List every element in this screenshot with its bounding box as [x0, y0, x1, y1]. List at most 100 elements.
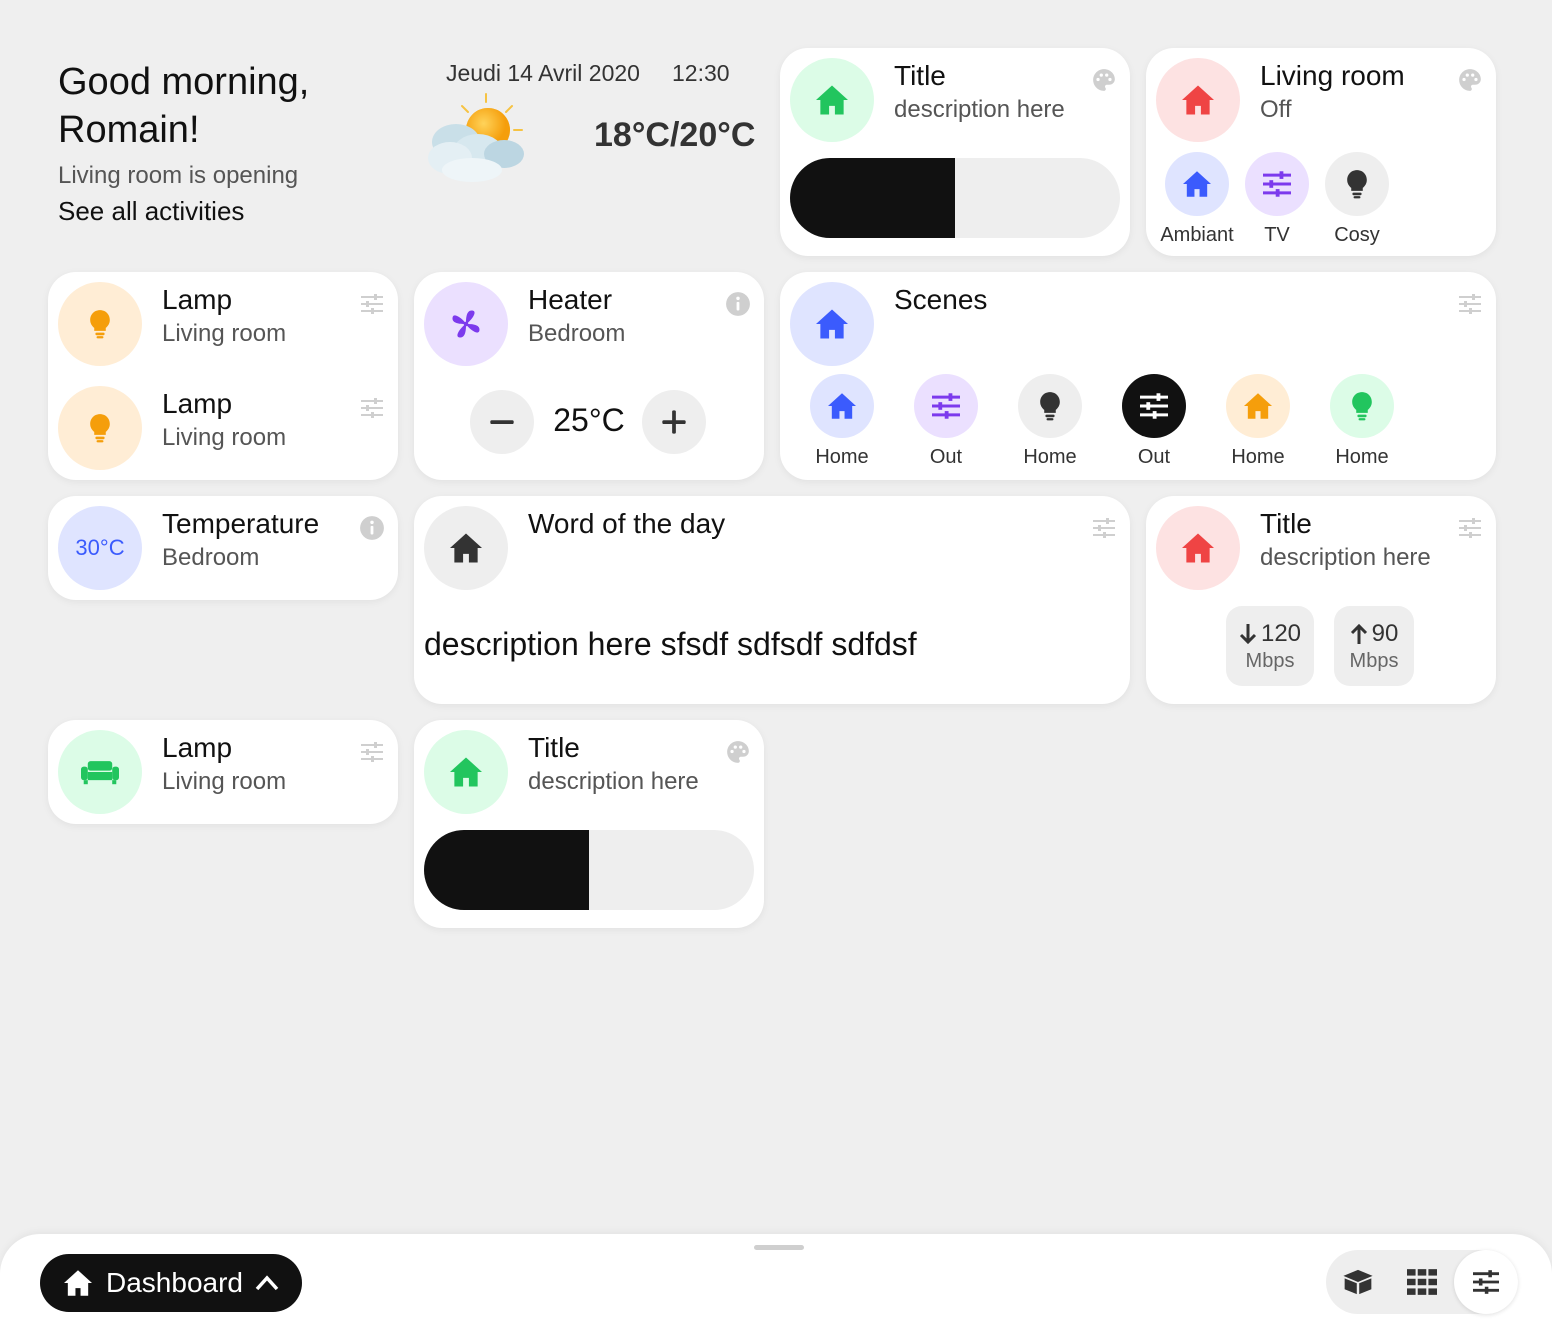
sliders-icon	[932, 393, 960, 419]
info-icon[interactable]	[724, 290, 752, 318]
settings-sliders-icon[interactable]	[358, 290, 386, 318]
temperature-value-circle: 30°C	[58, 506, 142, 590]
heater-room: Bedroom	[528, 320, 626, 347]
info-icon[interactable]	[358, 514, 386, 542]
home-icon	[450, 533, 482, 563]
level-slider[interactable]	[790, 158, 1120, 238]
card-title: Title	[894, 60, 946, 91]
lamps-card: Lamp Living room Lamp Living room	[48, 272, 398, 480]
fan-icon	[452, 310, 480, 338]
decrease-button[interactable]	[470, 390, 534, 454]
lamp-row[interactable]: Lamp Living room	[48, 272, 398, 376]
word-of-the-day-card: Word of the day description here sfsdf s…	[414, 496, 1130, 704]
scene-home-button[interactable]: Home	[1010, 374, 1090, 469]
settings-sliders-icon[interactable]	[1456, 290, 1484, 318]
card-icon-circle	[790, 282, 874, 366]
upload-speed: 90 Mbps	[1334, 606, 1414, 686]
home-icon	[64, 1270, 92, 1296]
scene-label: TV	[1264, 224, 1290, 246]
slider-fill	[790, 158, 955, 238]
level-slider[interactable]	[424, 830, 754, 910]
scene-label: Ambiant	[1160, 224, 1234, 246]
palette-icon[interactable]	[1456, 66, 1484, 94]
bulb-icon	[1040, 392, 1060, 421]
card-title: Title	[528, 732, 580, 763]
lamp-room: Living room	[162, 768, 287, 795]
scene-home-button[interactable]: Home	[1218, 374, 1298, 469]
settings-sliders-icon[interactable]	[1456, 514, 1484, 542]
palette-icon[interactable]	[1090, 66, 1118, 94]
greeting-line1: Good morning,	[58, 61, 310, 103]
lamp-title: Lamp	[162, 732, 233, 763]
download-speed: 120 Mbps	[1226, 606, 1314, 686]
weather-time: 12:30	[672, 60, 730, 86]
home-icon	[816, 85, 848, 115]
sliders-icon[interactable]	[1454, 1250, 1518, 1314]
lamp-row[interactable]: Lamp Living room	[48, 376, 398, 480]
dashboard-label: Dashboard	[106, 1267, 243, 1298]
bulb-icon	[1352, 392, 1372, 421]
arrow-down-icon	[1239, 624, 1257, 645]
download-unit: Mbps	[1245, 650, 1295, 672]
box-icon[interactable]	[1326, 1250, 1390, 1314]
weather-temperature: 18°C/20°C	[594, 116, 756, 154]
scenes-card: Scenes Home Out Home Out Home Home	[780, 272, 1496, 480]
palette-icon[interactable]	[724, 738, 752, 766]
upload-unit: Mbps	[1349, 650, 1399, 672]
plus-icon	[662, 410, 686, 434]
lamp-sofa-card[interactable]: Lamp Living room	[48, 720, 398, 824]
scene-out-button[interactable]: Out	[906, 374, 986, 469]
living-room-card[interactable]: Living room Off Ambiant TV Cosy	[1146, 48, 1496, 256]
heater-card[interactable]: Heater Bedroom 25°C	[414, 272, 764, 480]
card-icon-circle	[58, 282, 142, 366]
temperature-card[interactable]: 30°C Temperature Bedroom	[48, 496, 398, 600]
settings-sliders-icon[interactable]	[358, 394, 386, 422]
grid-icon[interactable]	[1390, 1250, 1454, 1314]
scene-label: Cosy	[1334, 224, 1380, 246]
weather-date: Jeudi 14 Avril 2020	[446, 60, 640, 86]
lamp-title: Lamp	[162, 284, 233, 315]
scene-ambiant-button[interactable]: Ambiant	[1160, 152, 1234, 247]
network-speed-card[interactable]: Title description here 120 Mbps 90 Mbps	[1146, 496, 1496, 704]
bottom-bar: Dashboard	[0, 1234, 1552, 1326]
increase-button[interactable]	[642, 390, 706, 454]
lamp-room: Living room	[162, 320, 287, 347]
temperature-value: 30°C	[75, 535, 125, 560]
card-icon-circle	[1156, 58, 1240, 142]
temperature-title: Temperature	[162, 508, 320, 539]
bulb-icon	[1347, 170, 1367, 199]
see-all-activities-link[interactable]: See all activities	[58, 196, 309, 227]
card-icon-circle	[1156, 506, 1240, 590]
scene-out-button-active[interactable]: Out	[1114, 374, 1194, 469]
title-slider-card-top[interactable]: Title description here	[780, 48, 1130, 256]
home-icon	[450, 757, 482, 787]
card-icon-circle	[58, 730, 142, 814]
partly-cloudy-icon	[420, 92, 530, 184]
lamp-room: Living room	[162, 424, 287, 451]
card-description: description here	[894, 96, 1065, 123]
greeting: Good morning, Romain! Living room is ope…	[58, 58, 309, 227]
scene-label: Home	[1335, 446, 1389, 468]
scene-home-button[interactable]: Home	[802, 374, 882, 469]
scene-label: Out	[929, 446, 963, 468]
arrow-up-icon	[1350, 623, 1367, 644]
home-icon	[816, 309, 848, 339]
greeting-status: Living room is opening	[58, 162, 299, 189]
scene-tv-button[interactable]: TV	[1244, 152, 1310, 247]
scene-cosy-button[interactable]: Cosy	[1324, 152, 1390, 247]
drag-handle[interactable]	[754, 1245, 804, 1250]
scene-label: Home	[1231, 446, 1285, 468]
bulb-icon	[90, 310, 110, 339]
home-icon	[1244, 393, 1272, 419]
lamp-title: Lamp	[162, 388, 233, 419]
home-icon	[828, 393, 856, 419]
settings-sliders-icon[interactable]	[1090, 514, 1118, 542]
sliders-icon	[1140, 393, 1168, 419]
card-title: Title	[1260, 508, 1312, 539]
title-slider-card-bottom[interactable]: Title description here	[414, 720, 764, 928]
settings-sliders-icon[interactable]	[358, 738, 386, 766]
dashboard-button[interactable]: Dashboard	[40, 1254, 302, 1312]
chevron-up-icon	[255, 1275, 279, 1291]
upload-value: 90	[1371, 620, 1399, 647]
scene-home-button[interactable]: Home	[1322, 374, 1402, 469]
